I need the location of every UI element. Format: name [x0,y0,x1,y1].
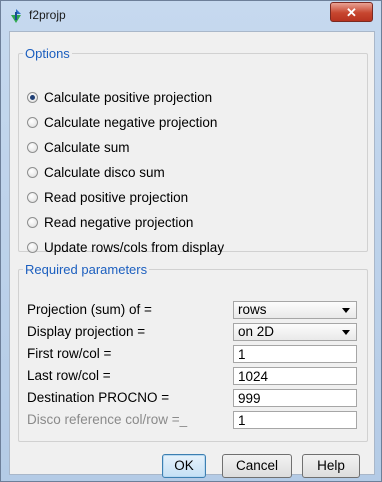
ok-button[interactable]: OK [162,454,206,478]
option-label: Calculate negative projection [44,114,218,130]
required-parameters-group: Required parameters Projection (sum) of … [18,262,368,442]
option-label: Calculate positive projection [44,89,213,105]
option-label: Calculate sum [44,139,130,155]
radio-icon[interactable] [27,141,38,153]
title-bar[interactable]: f2projp ✕ [1,1,381,31]
projection-value: rows [238,302,267,317]
option-label: Update rows/cols from display [44,239,225,255]
radio-icon[interactable] [27,191,38,203]
first-row-col-input[interactable] [233,345,357,363]
options-legend: Options [25,46,70,61]
radio-icon[interactable] [27,166,38,178]
options-group: Options Calculate positive projection Ca… [18,46,368,255]
last-row-col-input[interactable] [233,367,357,385]
radio-icon[interactable] [27,241,38,253]
option-label: Calculate disco sum [44,164,165,180]
help-button[interactable]: Help [302,454,360,478]
projection-select[interactable]: rows [233,301,357,319]
option-calculate-disco-sum[interactable]: Calculate disco sum [27,162,165,182]
option-calculate-negative[interactable]: Calculate negative projection [27,112,217,132]
dialog-body: Options Calculate positive projection Ca… [9,31,375,478]
display-projection-value: on 2D [238,324,275,339]
option-calculate-sum[interactable]: Calculate sum [27,137,130,157]
display-projection-label: Display projection = [27,324,146,339]
option-label: Read positive projection [44,189,189,205]
option-calculate-positive[interactable]: Calculate positive projection [27,87,212,107]
app-icon [11,9,21,23]
option-read-positive[interactable]: Read positive projection [27,187,188,207]
close-button[interactable]: ✕ [330,2,373,22]
close-icon: ✕ [346,5,357,20]
dialog-window: f2projp ✕ Options Calculate positive pro… [0,0,382,482]
last-row-col-label: Last row/col = [27,368,111,383]
disco-reference-input[interactable] [233,411,357,429]
projection-label: Projection (sum) of = [27,302,152,317]
cancel-button[interactable]: Cancel [222,454,292,478]
first-row-col-label: First row/col = [27,346,112,361]
option-read-negative[interactable]: Read negative projection [27,212,193,232]
destination-procno-input[interactable] [233,389,357,407]
chevron-down-icon[interactable] [342,308,350,313]
option-label: Read negative projection [44,214,194,230]
params-legend: Required parameters [25,262,148,277]
chevron-down-icon[interactable] [342,330,350,335]
destination-procno-label: Destination PROCNO = [27,390,170,405]
display-projection-select[interactable]: on 2D [233,323,357,341]
window-title: f2projp [29,8,66,22]
disco-reference-label: Disco reference col/row =_ [27,412,188,427]
option-update-rows-cols[interactable]: Update rows/cols from display [27,237,224,257]
radio-icon[interactable] [27,116,38,128]
radio-selected-icon[interactable] [27,91,38,103]
radio-icon[interactable] [27,216,38,228]
